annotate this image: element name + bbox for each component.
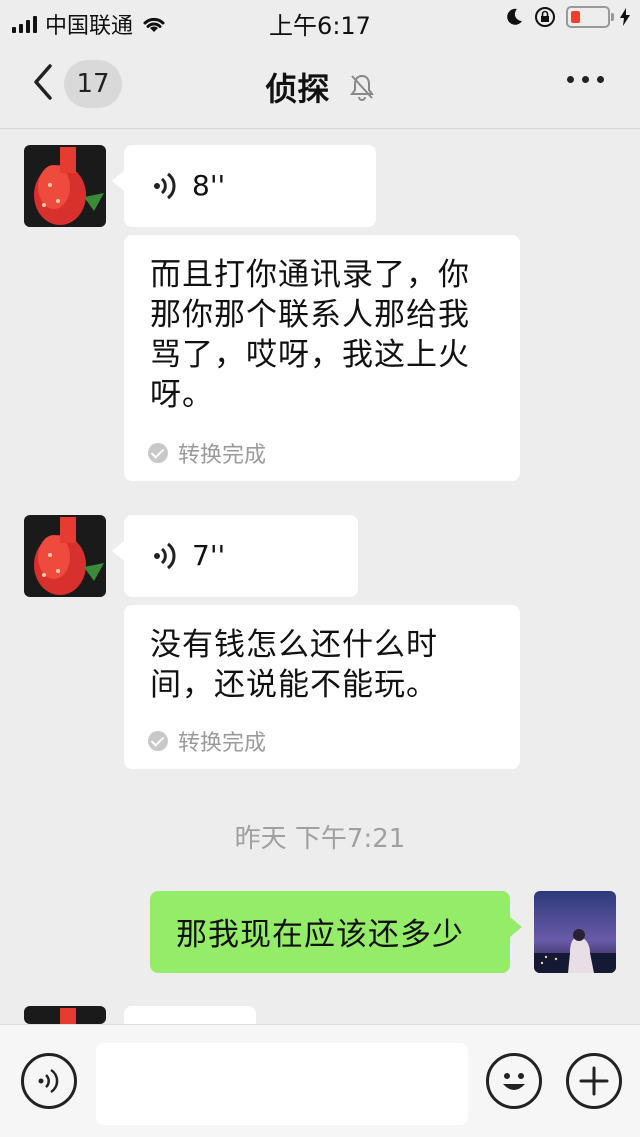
transcript-status-label: 转换完成 xyxy=(178,443,267,468)
more-icon[interactable] xyxy=(567,76,604,83)
chat-title-text: 侦探 xyxy=(265,70,330,108)
message-bubble[interactable] xyxy=(124,1006,256,1024)
battery-level xyxy=(571,11,580,23)
voice-duration: 7'' xyxy=(192,539,226,572)
message-input[interactable] xyxy=(96,1043,468,1125)
emoji-icon[interactable] xyxy=(486,1053,542,1109)
status-right xyxy=(504,6,630,28)
voice-mode-icon[interactable] xyxy=(21,1053,77,1109)
sent-message-bubble[interactable]: 那我现在应该还多少 xyxy=(150,891,522,973)
my-avatar[interactable] xyxy=(534,891,616,973)
status-bar: 中国联通 上午6:17 xyxy=(0,0,640,40)
battery-icon xyxy=(566,6,614,28)
message-timestamp: 昨天 下午7:21 xyxy=(234,824,406,854)
chat-input-bar xyxy=(0,1024,640,1137)
charging-icon xyxy=(620,8,630,26)
rotation-lock-icon xyxy=(535,7,555,27)
transcript-status: 转换完成 xyxy=(148,725,266,757)
chat-title: 侦探 xyxy=(0,64,640,110)
transcript-status: 转换完成 xyxy=(148,437,266,469)
voice-wave-icon xyxy=(154,542,176,570)
chat-header: 17 侦探 xyxy=(0,40,640,129)
transcript-status-label: 转换完成 xyxy=(178,731,267,756)
contact-avatar[interactable] xyxy=(24,515,106,597)
sent-message-text: 那我现在应该还多少 xyxy=(176,917,464,953)
contact-avatar[interactable] xyxy=(24,1006,106,1024)
voice-transcript-text: 而且打你通讯录了，你那你那个联系人那给我骂了，哎呀，我这上火呀。 xyxy=(150,257,470,413)
voice-message-bubble[interactable]: 8'' xyxy=(112,145,376,227)
check-circle-icon xyxy=(148,443,168,463)
check-circle-icon xyxy=(148,731,168,751)
voice-wave-icon xyxy=(154,172,176,200)
bell-slash-icon xyxy=(349,74,374,101)
plus-icon[interactable] xyxy=(566,1053,622,1109)
moon-icon xyxy=(507,8,522,25)
voice-message-bubble[interactable]: 7'' xyxy=(112,515,358,597)
voice-transcript-bubble[interactable]: 而且打你通讯录了，你那你那个联系人那给我骂了，哎呀，我这上火呀。 转换完成 xyxy=(124,235,520,481)
voice-duration: 8'' xyxy=(192,169,226,202)
voice-transcript-text: 没有钱怎么还什么时间，还说能不能玩。 xyxy=(150,627,438,703)
voice-transcript-bubble[interactable]: 没有钱怎么还什么时间，还说能不能玩。 转换完成 xyxy=(124,605,520,769)
contact-avatar[interactable] xyxy=(24,145,106,227)
